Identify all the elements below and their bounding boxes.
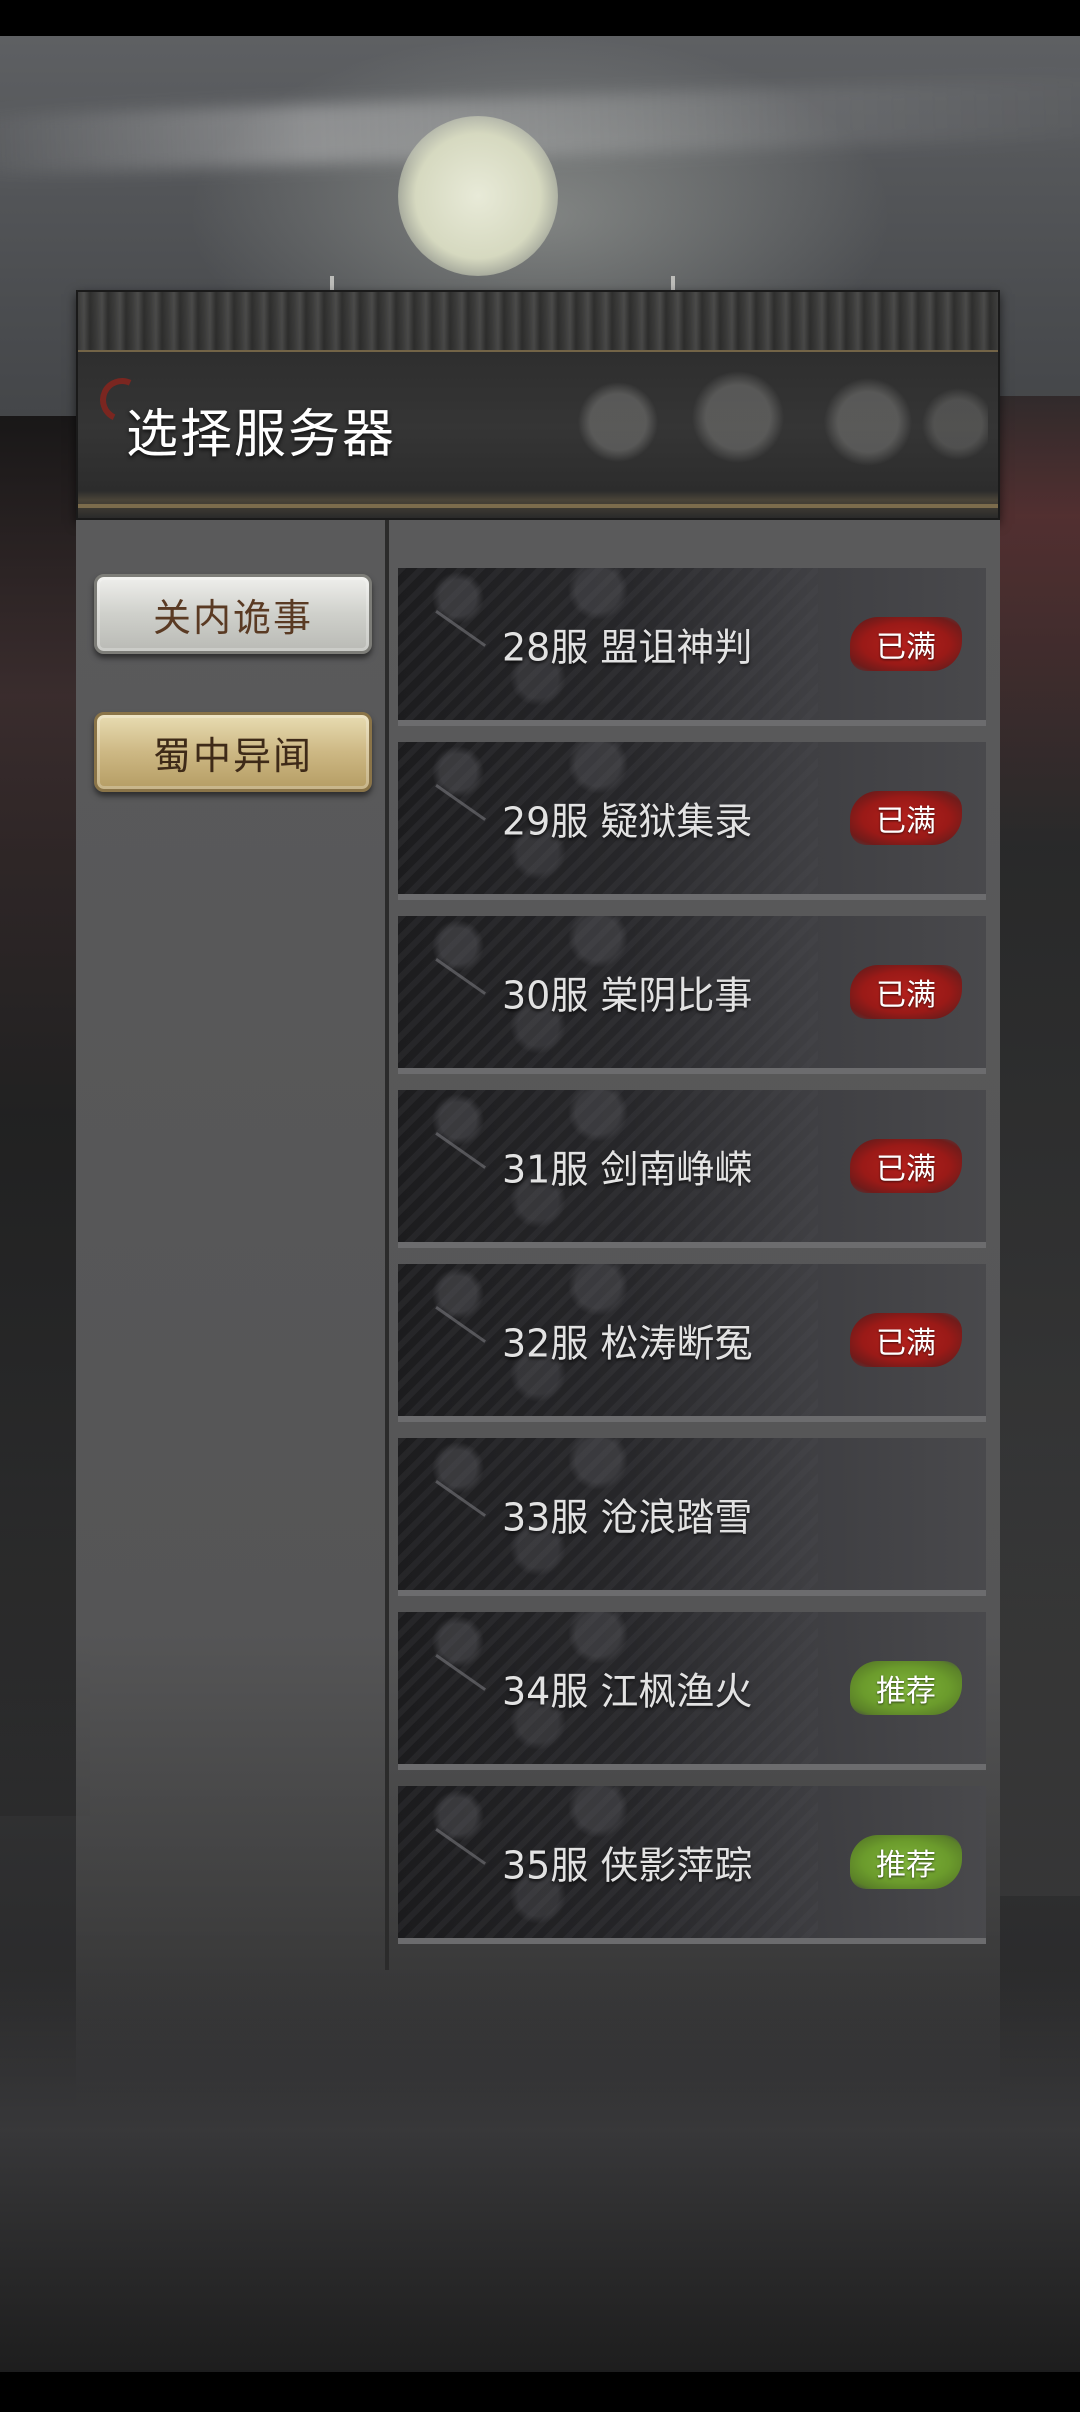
full-badge: 已满: [850, 1313, 962, 1367]
server-row-35[interactable]: 35服 侠影萍踪 推荐: [398, 1786, 986, 1944]
sword-slash-icon: [409, 1306, 487, 1379]
cloud-ornament: [558, 362, 988, 492]
server-row-31[interactable]: 31服 剑南峥嵘 已满: [398, 1090, 986, 1248]
sword-slash-icon: [409, 1654, 487, 1727]
game-screen: 选择服务器 关内诡事 蜀中异闻 28服 盟诅神判 已满 29服 疑狱集录 已满: [0, 0, 1080, 2412]
navigation-bar: [0, 2372, 1080, 2412]
full-badge: 已满: [850, 617, 962, 671]
recommended-badge: 推荐: [850, 1835, 962, 1889]
right-trees: [1000, 396, 1080, 1896]
server-row-34[interactable]: 34服 江枫渔火 推荐: [398, 1612, 986, 1770]
server-name: 31服 剑南峥嵘: [502, 1147, 753, 1192]
server-name: 33服 沧浪踏雪: [502, 1495, 753, 1540]
server-name: 34服 江枫渔火: [502, 1669, 753, 1714]
sword-slash-icon: [409, 1828, 487, 1901]
server-row-33[interactable]: 33服 沧浪踏雪: [398, 1438, 986, 1596]
status-bar: [0, 0, 1080, 36]
header-pattern-band: [78, 292, 998, 352]
panel-body: 关内诡事 蜀中异闻 28服 盟诅神判 已满 29服 疑狱集录 已满 30服 棠阴…: [76, 520, 1000, 2110]
bottom-fog: [0, 1970, 1080, 2370]
server-row-29[interactable]: 29服 疑狱集录 已满: [398, 742, 986, 900]
sword-slash-icon: [409, 784, 487, 857]
panel-title: 选择服务器: [126, 405, 397, 465]
server-select-panel: 选择服务器 关内诡事 蜀中异闻 28服 盟诅神判 已满 29服 疑狱集录 已满: [76, 290, 1000, 2110]
server-name: 35服 侠影萍踪: [502, 1843, 753, 1888]
server-name: 32服 松涛断冤: [502, 1321, 753, 1366]
recommended-badge: 推荐: [850, 1661, 962, 1715]
category-list: 关内诡事 蜀中异闻: [76, 520, 389, 1970]
server-name: 28服 盟诅神判: [502, 625, 753, 670]
server-list: 28服 盟诅神判 已满 29服 疑狱集录 已满 30服 棠阴比事 已满 31服 …: [398, 568, 986, 1968]
full-badge: 已满: [850, 791, 962, 845]
full-badge: 已满: [850, 965, 962, 1019]
moon: [398, 116, 558, 276]
server-name: 29服 疑狱集录: [502, 799, 753, 844]
sword-slash-icon: [409, 958, 487, 1031]
category-tab-shuzhong[interactable]: 蜀中异闻: [94, 712, 372, 792]
panel-header: 选择服务器: [76, 290, 1000, 520]
category-tab-guannei[interactable]: 关内诡事: [94, 574, 372, 654]
header-divider: [78, 504, 998, 508]
sword-slash-icon: [409, 1480, 487, 1553]
full-badge: 已满: [850, 1139, 962, 1193]
sword-slash-icon: [409, 1132, 487, 1205]
server-row-30[interactable]: 30服 棠阴比事 已满: [398, 916, 986, 1074]
sword-slash-icon: [409, 610, 487, 683]
server-row-28[interactable]: 28服 盟诅神判 已满: [398, 568, 986, 726]
server-row-32[interactable]: 32服 松涛断冤 已满: [398, 1264, 986, 1422]
server-name: 30服 棠阴比事: [502, 973, 753, 1018]
